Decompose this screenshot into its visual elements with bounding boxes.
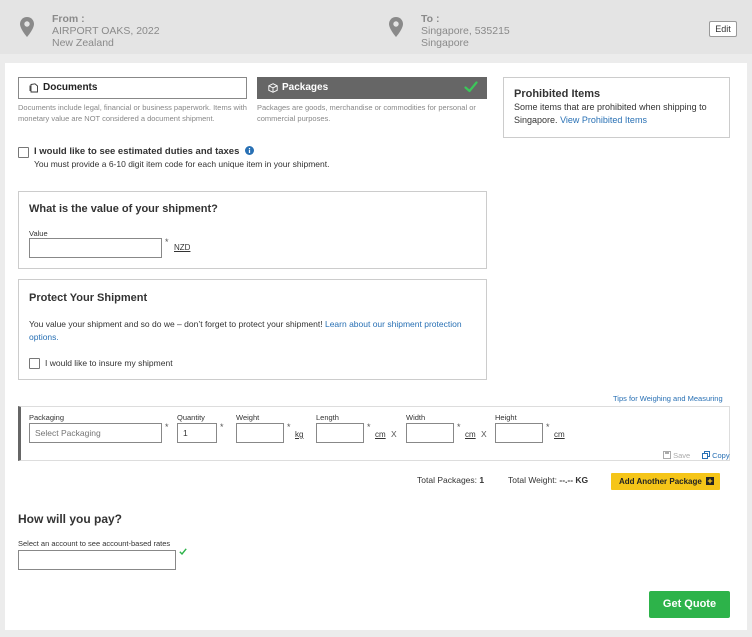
packages-description: Packages are goods, merchandise or commo… [257,103,476,124]
info-icon[interactable] [245,146,255,155]
to-label: To : [421,13,440,25]
total-weight-value: --.-- KG [559,475,589,485]
width-input[interactable] [406,423,454,443]
shipment-value-section: What is the value of your shipment? Valu… [18,191,487,269]
total-packages: Total Packages: 1 [417,475,484,485]
packages-desc-line1: Packages are goods, merchandise or commo… [257,103,476,112]
to-line1: Singapore, 535215 [421,25,510,37]
width-required-mark: * [457,422,461,432]
protect-title: Protect Your Shipment [29,292,148,304]
package-icon [268,83,278,93]
package-row: Packaging * Quantity * Weight * kg Lengt… [18,406,730,461]
plus-icon [706,477,715,485]
tips-weighing-link[interactable]: Tips for Weighing and Measuring [613,394,723,403]
quantity-required-mark: * [220,422,224,432]
get-quote-button[interactable]: Get Quote [649,591,730,618]
times-sign: X [391,429,397,439]
shipment-form: Documents Packages Documents include leg… [5,63,747,630]
height-required-mark: * [546,422,550,432]
total-packages-label: Total Packages: [417,475,478,485]
protect-text: You value your shipment and so do we – d… [29,318,479,344]
to-address: To : Singapore, 535215 Singapore [421,13,510,49]
copy-icon [702,451,710,459]
weight-input[interactable] [236,423,284,443]
checkmark-icon [179,548,187,555]
total-weight: Total Weight: --.-- KG [508,475,588,485]
view-prohibited-items-link[interactable]: View Prohibited Items [560,115,647,125]
account-label: Select an account to see account-based r… [18,539,171,548]
length-label: Length [316,413,339,422]
packaging-select[interactable] [29,423,162,443]
location-pin-icon [20,17,34,37]
edit-button[interactable]: Edit [709,21,737,37]
copy-label: Copy [712,451,730,460]
duties-label-text: I would like to see estimated duties and… [34,146,240,157]
prohibited-text-line1: Some items that are prohibited when ship… [514,102,707,112]
value-input[interactable] [29,238,162,258]
total-weight-label: Total Weight: [508,475,557,485]
save-label: Save [673,451,691,460]
documents-description: Documents include legal, financial or bu… [18,103,247,124]
document-icon [29,83,38,93]
tab-packages[interactable]: Packages [257,77,487,99]
from-label: From : [52,13,85,25]
insure-checkbox[interactable] [29,358,40,369]
add-package-label: Add Another Package [619,477,702,486]
prohibited-items-panel: Prohibited Items Some items that are pro… [503,77,730,138]
from-address: From : AIRPORT OAKS, 2022 New Zealand [52,13,160,49]
prohibited-text: Some items that are prohibited when ship… [514,101,719,127]
payment-title: How will you pay? [18,512,123,526]
from-line2: New Zealand [52,37,114,49]
duties-checkbox[interactable] [18,147,29,158]
total-packages-value: 1 [479,475,485,485]
documents-desc-line2: monetary value are NOT considered a docu… [18,113,215,123]
weight-required-mark: * [287,422,291,432]
documents-desc-line1: Documents include legal, financial or bu… [18,103,247,112]
currency-link[interactable]: NZD [174,243,190,252]
tab-documents[interactable]: Documents [18,77,247,99]
protect-shipment-section: Protect Your Shipment You value your shi… [18,279,487,380]
value-section-title: What is the value of your shipment? [29,203,218,215]
checkmark-icon [464,81,478,93]
duties-note: You must provide a 6-10 digit item code … [34,159,330,169]
route-header: From : AIRPORT OAKS, 2022 New Zealand To… [0,0,752,54]
account-input[interactable] [18,550,176,570]
weight-unit-link[interactable]: kg [295,430,303,439]
times-sign: X [481,429,487,439]
prohibited-text-line2: Singapore. [514,115,558,125]
width-label: Width [406,413,426,422]
learn-protection-link[interactable]: Learn about our shipment [325,319,422,329]
quantity-input[interactable] [177,423,217,443]
value-required-mark: * [165,237,169,247]
height-input[interactable] [495,423,543,443]
weight-label: Weight [236,413,260,422]
prohibited-title: Prohibited Items [514,88,601,100]
insure-label: I would like to insure my shipment [45,358,173,368]
length-required-mark: * [367,422,371,432]
quantity-label: Quantity [177,413,205,422]
value-label: Value [29,229,48,238]
height-unit-link[interactable]: cm [554,430,565,439]
tab-documents-label: Documents [43,82,98,93]
width-unit-link[interactable]: cm [465,430,476,439]
copy-button[interactable]: Copy [702,451,730,460]
save-button[interactable]: Save [663,451,690,460]
save-icon [663,451,671,459]
from-line1: AIRPORT OAKS, 2022 [52,25,160,37]
height-label: Height [495,413,517,422]
length-unit-link[interactable]: cm [375,430,386,439]
length-input[interactable] [316,423,364,443]
protect-text-body: You value your shipment and so do we – d… [29,319,323,329]
duties-label: I would like to see estimated duties and… [34,146,255,157]
to-line2: Singapore [421,37,469,49]
packaging-label: Packaging [29,413,65,422]
tab-packages-label: Packages [282,82,329,93]
packages-desc-line2: commercial purposes. [257,113,331,123]
add-another-package-button[interactable]: Add Another Package [611,473,720,490]
packaging-required-mark: * [165,422,169,432]
location-pin-icon [389,17,403,37]
